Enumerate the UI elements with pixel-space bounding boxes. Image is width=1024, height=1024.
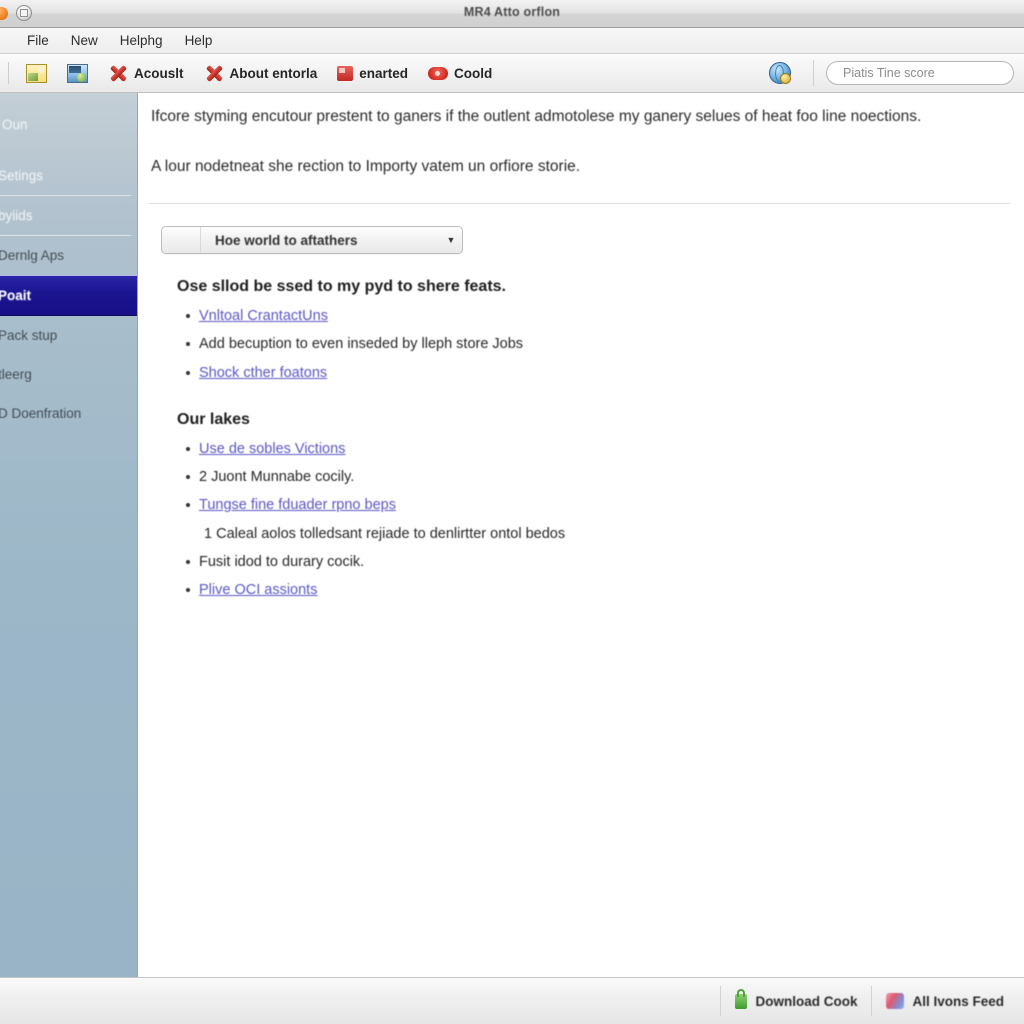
- toolbar-separator: [813, 60, 814, 86]
- status-cell-label: All Ivons Feed: [912, 993, 1004, 1009]
- list-item-link[interactable]: Tungse fine fduader rpno beps: [199, 497, 396, 513]
- application-window: MR4 Atto orflon File New Helphg Help Aco…: [0, 0, 1024, 1024]
- sidebar-item-poait[interactable]: Poait: [0, 275, 137, 316]
- toolbar-button-acouslt[interactable]: Acouslt: [101, 60, 191, 86]
- toolbar-button-globe[interactable]: [762, 59, 798, 87]
- sidebar-item-dernlg-aps[interactable]: Dernlg Aps: [0, 236, 137, 275]
- toolbar-button-enarted-label: enarted: [359, 65, 409, 81]
- search-box[interactable]: [826, 61, 1014, 85]
- toolbar-button-about-entorla[interactable]: About entorla: [197, 60, 325, 86]
- sidebar-item-label: Poait: [0, 288, 32, 303]
- list-item-text: Fusit idod to durary cocik.: [199, 553, 365, 570]
- toolbar-button-picture-yellow[interactable]: [19, 61, 54, 86]
- list-item: Shock cther foatons: [186, 359, 1024, 387]
- sidebar-item-label: Pack stup: [0, 328, 58, 343]
- sidebar-item-setings[interactable]: Setings: [0, 156, 137, 195]
- feed-icon: [886, 993, 905, 1009]
- status-cell-all-ivons-feed[interactable]: All Ivons Feed: [871, 986, 1018, 1016]
- list-item: 1 Caleal aolos tolledsant rejiade to den…: [199, 520, 1024, 548]
- toolbar-button-about-entorla-label: About entorla: [229, 65, 318, 81]
- list-item: 2 Juont Munnabe cocily.: [186, 463, 1024, 491]
- sidebar: Oun Setings byiids Dernlg Aps Poait Pack…: [0, 93, 138, 977]
- dropdown-leading-slot: [162, 227, 201, 254]
- sidebar-item-label: tleerg: [0, 367, 32, 382]
- picture-yellow-icon: [26, 63, 47, 83]
- status-bar: Download Cook All Ivons Feed: [0, 977, 1024, 1024]
- sidebar-item-tleerg[interactable]: tleerg: [0, 355, 137, 394]
- section-two-list: Use de sobles Victions 2 Juont Munnabe c…: [177, 435, 1024, 605]
- status-cell-download-cook[interactable]: Download Cook: [720, 986, 871, 1016]
- picture-blue-icon: [67, 63, 88, 83]
- toolbar-button-picture-blue[interactable]: [60, 61, 95, 86]
- sidebar-item-label: Setings: [0, 168, 44, 183]
- toolbar-button-acouslt-label: Acouslt: [134, 65, 184, 81]
- toolbar-button-coold[interactable]: Coold: [421, 63, 499, 84]
- window-title: MR4 Atto orflon: [463, 5, 561, 19]
- menu-item-helphg[interactable]: Helphg: [109, 31, 174, 50]
- section-two: Our lakes Use de sobles Victions 2 Juont…: [177, 411, 1024, 605]
- list-item: Fusit idod to durary cocik.: [186, 548, 1024, 576]
- green-lock-icon: [735, 988, 748, 1009]
- list-item-text: 1 Caleal aolos tolledsant rejiade to den…: [204, 525, 566, 542]
- list-item-link[interactable]: Vnltoal CrantactUns: [199, 308, 328, 324]
- section-one-heading: Ose sllod be ssed to my pyd to shere fea…: [177, 278, 506, 296]
- menu-item-help[interactable]: Help: [174, 31, 224, 50]
- list-item: Vnltoal CrantactUns: [186, 302, 1024, 330]
- toolbar: Acouslt About entorla enarted Coold: [0, 54, 1024, 93]
- search-input[interactable]: [841, 65, 999, 81]
- section-one: Ose sllod be ssed to my pyd to shere fea…: [177, 278, 1024, 387]
- menu-item-file[interactable]: File: [16, 31, 60, 50]
- list-item: Add becuption to even inseded by lleph s…: [186, 330, 1024, 358]
- content-divider: [149, 203, 1010, 205]
- list-item-text: Add becuption to even inseded by lleph s…: [199, 336, 524, 353]
- intro-paragraph-1: Ifcore styming encutour prestent to gane…: [151, 108, 922, 125]
- title-bar: MR4 Atto orflon: [0, 0, 1024, 28]
- list-item: Tungse fine fduader rpno beps: [186, 491, 1024, 519]
- toolbar-edge-divider: [0, 62, 9, 84]
- menu-item-new[interactable]: New: [60, 31, 109, 50]
- sidebar-item-pack-stup[interactable]: Pack stup: [0, 316, 137, 355]
- toolbar-button-enarted[interactable]: enarted: [330, 63, 415, 84]
- sidebar-item-doenfration[interactable]: D Doenfration: [0, 394, 137, 433]
- sidebar-item-oun[interactable]: Oun: [0, 105, 137, 144]
- sidebar-item-label: Dernlg Aps: [0, 248, 65, 263]
- list-item: Use de sobles Victions: [186, 435, 1024, 463]
- sidebar-item-label: Oun: [2, 117, 28, 132]
- list-item-text: 2 Juont Munnabe cocily.: [199, 469, 355, 486]
- sidebar-item-label: byiids: [0, 208, 33, 223]
- dropdown-value: Hoe world to aftathers: [215, 232, 358, 248]
- chevron-down-icon[interactable]: ▼: [440, 235, 462, 245]
- red-x-icon: [204, 63, 224, 83]
- intro-paragraph-2: A lour nodetneat she rection to Importy …: [151, 158, 581, 176]
- list-item: Plive OCI assionts: [186, 576, 1024, 604]
- sidebar-item-label: D Doenfration: [0, 406, 82, 421]
- red-square-icon: [337, 65, 354, 81]
- toolbar-button-coold-label: Coold: [454, 65, 493, 81]
- red-pill-icon: [428, 66, 449, 80]
- list-item-link[interactable]: Plive OCI assionts: [199, 582, 317, 598]
- sidebar-item-byiids[interactable]: byiids: [0, 196, 137, 235]
- status-cell-label: Download Cook: [755, 993, 858, 1009]
- list-item-link[interactable]: Use de sobles Victions: [199, 441, 345, 457]
- menu-bar: File New Helphg Help: [0, 28, 1024, 54]
- section-one-list: Vnltoal CrantactUns Add becuption to eve…: [177, 302, 1024, 387]
- content-area: Ifcore styming encutour prestent to gane…: [139, 93, 1024, 977]
- list-item-link[interactable]: Shock cther foatons: [199, 365, 327, 381]
- red-x-icon: [108, 63, 128, 83]
- sidebar-top-spacer: [0, 93, 137, 105]
- section-two-heading: Our lakes: [177, 410, 250, 428]
- dropdown-select[interactable]: Hoe world to aftathers ▼: [161, 226, 463, 255]
- globe-icon: [769, 62, 791, 84]
